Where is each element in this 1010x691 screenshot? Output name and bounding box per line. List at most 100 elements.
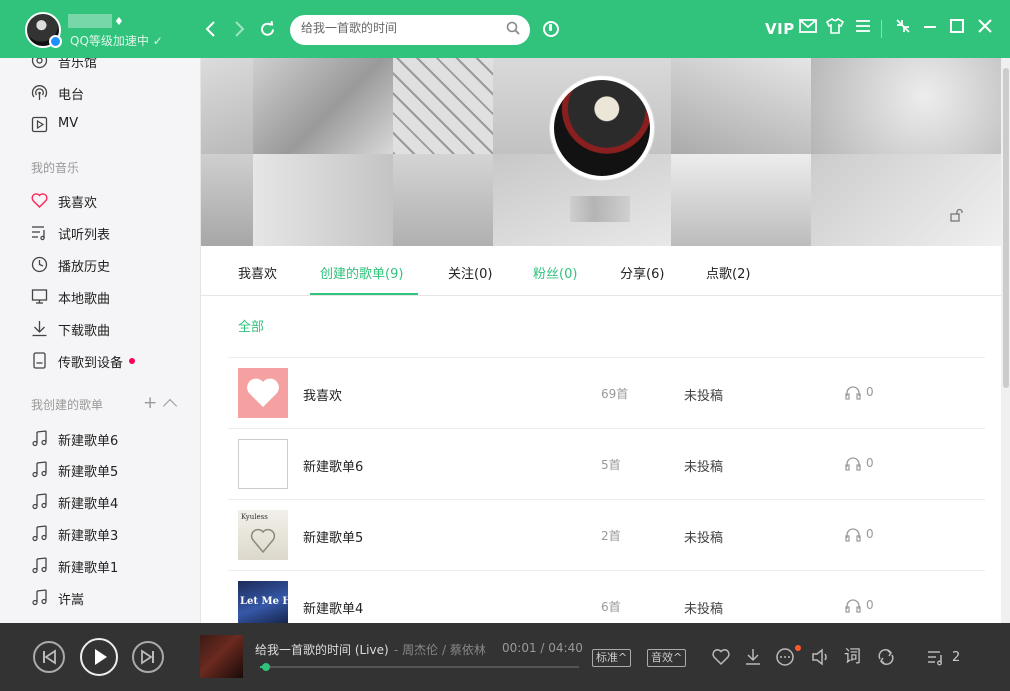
sidebar-item-label: 试听列表 (58, 228, 111, 243)
playlist-cover[interactable] (238, 439, 288, 489)
minimize-icon[interactable] (920, 18, 940, 38)
tab-song-requests[interactable]: 点歌(2) (706, 263, 750, 282)
banner-tile (811, 58, 1001, 154)
vip-button[interactable]: VIP (765, 20, 795, 38)
playlist-song-count: 2首 (601, 529, 621, 543)
mail-icon[interactable] (798, 18, 818, 38)
download-icon (32, 321, 47, 337)
playlist-song-count: 5首 (601, 458, 621, 472)
playlist-row[interactable]: 我喜欢 69首 未投稿 0 (228, 358, 985, 428)
playlist-name[interactable]: 新建歌单5 (303, 527, 363, 546)
forward-button[interactable] (234, 18, 246, 44)
menu-icon[interactable] (853, 18, 873, 38)
sidebar-item-trial-list[interactable]: 试听列表 (0, 217, 200, 247)
loop-icon[interactable] (876, 647, 896, 667)
sound-effect-select[interactable]: 音效^ (647, 649, 687, 667)
user-level-text[interactable]: QQ等级加速中 ✓ (70, 32, 163, 49)
sidebar-item-music-hall[interactable]: 音乐馆 (0, 58, 200, 75)
playlist-queue-icon[interactable] (926, 647, 946, 667)
scrollbar-thumb[interactable] (1003, 68, 1009, 388)
content-scrollbar[interactable] (1001, 58, 1010, 623)
now-playing-cover[interactable] (200, 635, 243, 678)
playlist-name[interactable]: 新建歌单4 (303, 598, 363, 617)
music-note-icon (32, 461, 47, 478)
close-icon[interactable] (975, 18, 995, 38)
listen-identify-icon[interactable] (543, 21, 559, 37)
music-note-icon (32, 493, 47, 510)
profile-avatar[interactable] (550, 76, 654, 180)
refresh-button[interactable] (259, 20, 276, 42)
playlist-name[interactable]: 我喜欢 (303, 385, 342, 404)
playlist-listen-count: 0 (866, 527, 874, 541)
back-button[interactable] (204, 18, 216, 44)
music-note-icon (32, 430, 47, 447)
cover-text-let-me-hear: Let Me Hear (240, 596, 310, 607)
playlist-row[interactable]: 新建歌单6 5首 未投稿 0 (228, 429, 985, 499)
sidebar-item-playlist-3[interactable]: 新建歌单3 (0, 518, 200, 548)
lyrics-button[interactable]: 词 (844, 647, 864, 667)
tab-fans[interactable]: 粉丝(0) (533, 263, 577, 282)
playlist-cover[interactable] (238, 368, 288, 418)
playlist-cover[interactable]: Let Me Hear (238, 581, 310, 623)
playlist-cover[interactable]: Kyuless (238, 510, 288, 560)
sidebar-item-playlist-xusong[interactable]: 许嵩 (0, 582, 200, 612)
notification-dot (129, 358, 135, 364)
queue-count[interactable]: 2 (952, 650, 960, 665)
music-hall-icon (31, 58, 48, 69)
now-playing-artist[interactable]: - 周杰伦 / 蔡依林 (394, 641, 486, 658)
previous-button[interactable] (33, 641, 65, 673)
now-playing-title[interactable]: 给我一首歌的时间 (Live) (255, 641, 389, 658)
profile-name-blurred (570, 196, 630, 222)
mini-mode-icon[interactable] (893, 18, 913, 38)
username-blurred[interactable] (68, 14, 112, 28)
quality-select[interactable]: 标准^ (592, 649, 632, 667)
add-playlist-icon[interactable]: + (143, 395, 157, 412)
playlist-row[interactable]: Let Me Hear 新建歌单4 6首 未投稿 0 (228, 571, 985, 623)
music-note-icon (32, 525, 47, 542)
progress-bar[interactable] (260, 663, 579, 671)
play-button[interactable] (80, 638, 118, 676)
sidebar-item-device-transfer[interactable]: 传歌到设备 (0, 345, 200, 375)
player-bar: 给我一首歌的时间 (Live) - 周杰伦 / 蔡依林 00:01 / 04:4… (0, 623, 1010, 691)
sidebar-item-playlist-5[interactable]: 新建歌单5 (0, 454, 200, 484)
next-icon (141, 649, 154, 665)
playback-time: 00:01 / 04:40 (502, 641, 583, 655)
search-input[interactable] (301, 21, 501, 35)
device-transfer-icon (33, 352, 46, 369)
maximize-icon[interactable] (947, 18, 967, 38)
heart-icon (31, 193, 48, 208)
sidebar-item-playlist-6[interactable]: 新建歌单6 (0, 423, 200, 453)
like-heart-icon[interactable] (711, 647, 731, 667)
sidebar-item-local-songs[interactable]: 本地歌曲 (0, 281, 200, 311)
more-icon[interactable] (775, 647, 795, 667)
sidebar-item-label: 新建歌单3 (58, 529, 119, 544)
skin-shirt-icon[interactable] (825, 17, 845, 38)
sidebar-item-label: 本地歌曲 (58, 292, 111, 307)
playlist-listen-count: 0 (866, 385, 874, 399)
sidebar-item-playlist-4[interactable]: 新建歌单4 (0, 486, 200, 516)
sidebar-item-history[interactable]: 播放历史 (0, 249, 200, 279)
volume-icon[interactable] (810, 647, 830, 667)
sidebar-item-label: 新建歌单1 (58, 561, 119, 576)
search-icon[interactable] (506, 21, 520, 35)
unlock-icon[interactable] (950, 208, 964, 222)
tab-shares[interactable]: 分享(6) (620, 263, 664, 282)
banner-tile (671, 58, 811, 154)
sidebar-item-radio[interactable]: 电台 (0, 77, 200, 107)
next-button[interactable] (132, 641, 164, 673)
progress-knob[interactable] (262, 663, 271, 671)
sidebar-item-favorites[interactable]: 我喜欢 (0, 185, 200, 215)
download-icon[interactable] (743, 647, 763, 667)
collapse-up-icon[interactable] (162, 398, 178, 414)
sidebar-item-mv[interactable]: MV (0, 109, 200, 139)
sidebar-item-playlist-1[interactable]: 新建歌单1 (0, 550, 200, 580)
tab-created-playlists[interactable]: 创建的歌单(9) (320, 263, 403, 282)
tab-following[interactable]: 关注(0) (448, 263, 492, 282)
filter-all[interactable]: 全部 (238, 316, 264, 335)
playlist-name[interactable]: 新建歌单6 (303, 456, 363, 475)
playlist-row[interactable]: Kyuless 新建歌单5 2首 未投稿 0 (228, 500, 985, 570)
headphones-icon (845, 599, 861, 613)
sidebar-item-downloads[interactable]: 下载歌曲 (0, 313, 200, 343)
sidebar-item-label: 新建歌单5 (58, 465, 119, 480)
tab-favorites[interactable]: 我喜欢 (238, 263, 277, 282)
